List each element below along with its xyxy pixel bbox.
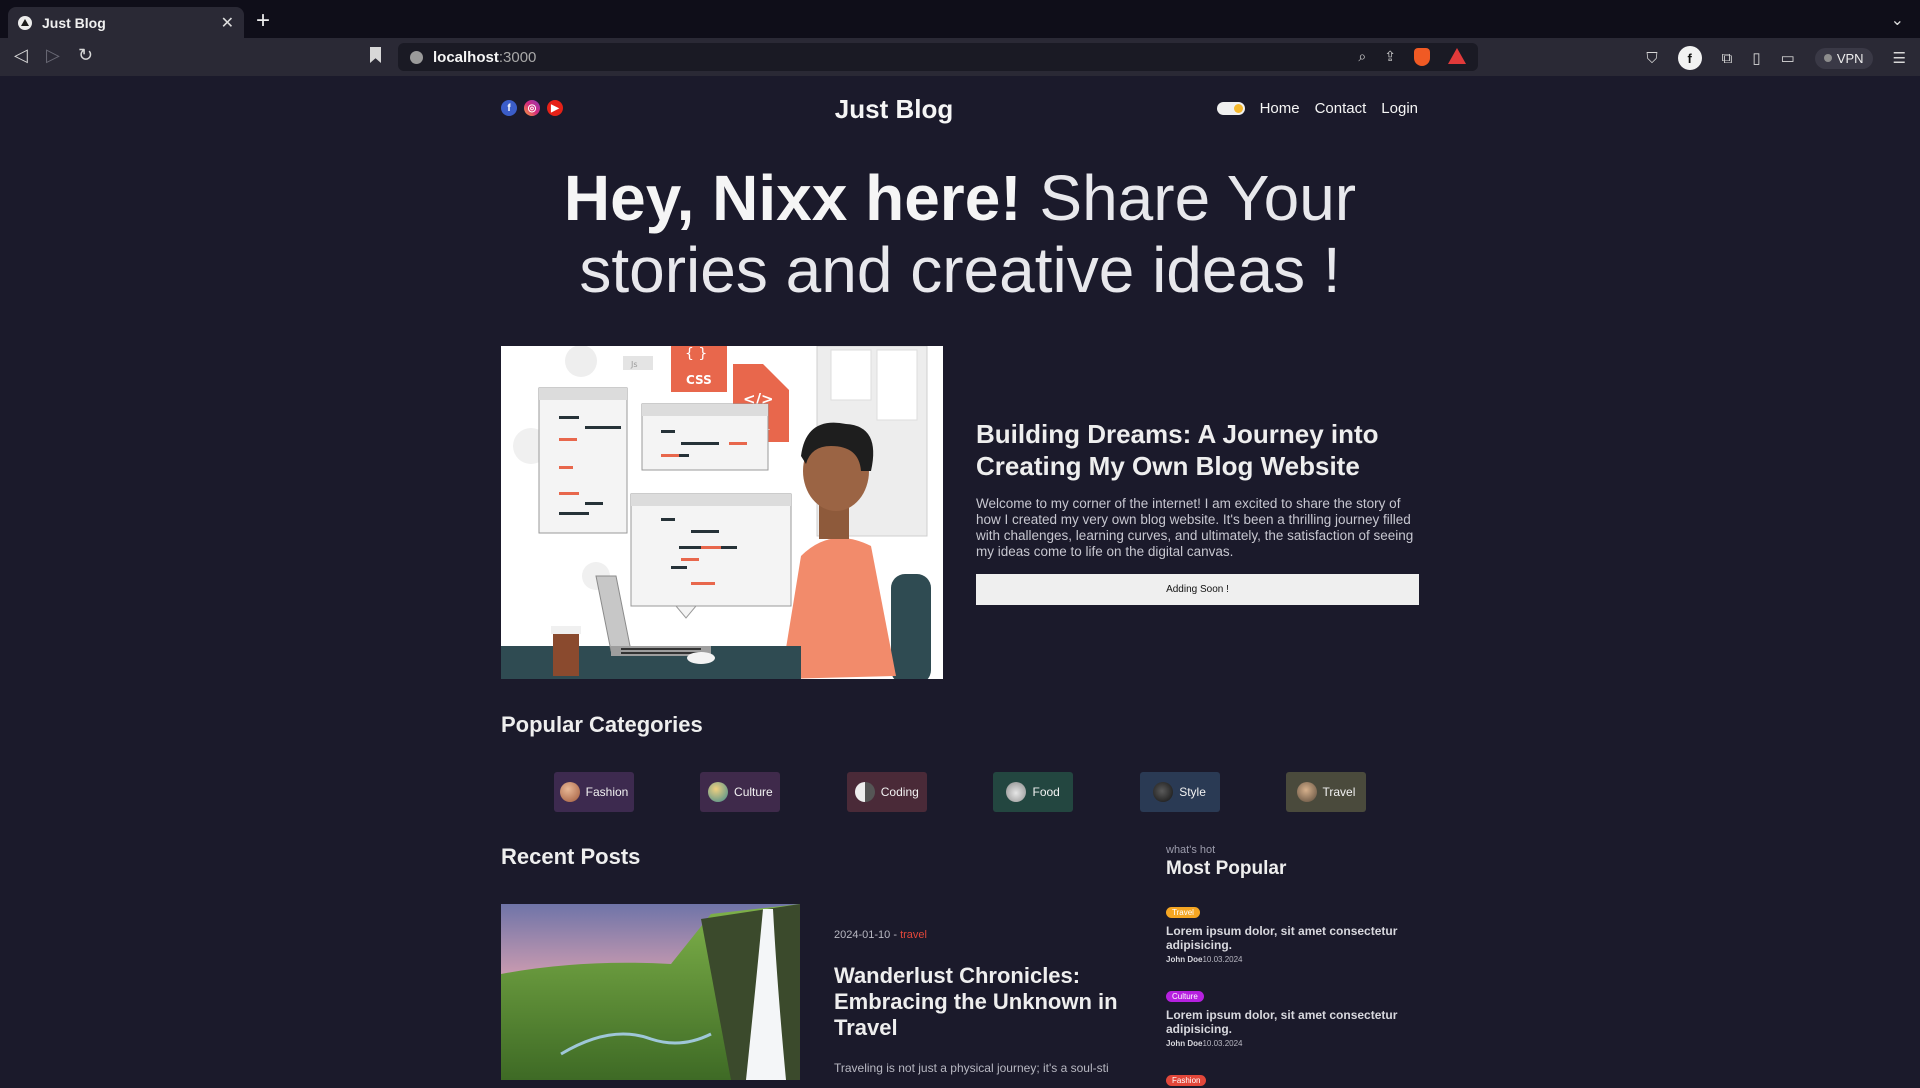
url-port: :3000 <box>498 48 537 66</box>
bookmark-icon[interactable] <box>370 47 381 63</box>
post-date: 2024-01-10 <box>834 929 891 941</box>
site-logo[interactable]: Just Blog <box>0 94 1788 125</box>
post-meta-separator: - <box>890 929 901 941</box>
reload-button[interactable]: ↻ <box>78 45 93 66</box>
most-popular-subtitle: what's hot <box>1166 844 1216 856</box>
popular-post-date: 10.03.2024 <box>1202 1039 1243 1048</box>
svg-text:{ }: { } <box>685 346 707 362</box>
post-image-waterfall[interactable] <box>501 904 800 1080</box>
fashion-thumbnail-icon <box>559 782 580 802</box>
category-style[interactable]: Style <box>1139 772 1220 812</box>
address-bar[interactable]: localhost:3000 ⌕ ⇪ <box>398 43 1478 71</box>
nav-home-link[interactable]: Home <box>1260 100 1300 117</box>
post-meta: 2024-01-10 - travel <box>834 929 927 941</box>
waterfall-photo-svg <box>501 904 800 1080</box>
brave-shields-icon[interactable] <box>1414 48 1430 66</box>
adding-soon-button[interactable]: Adding Soon ! <box>976 574 1419 605</box>
coding-thumbnail-icon <box>854 782 875 802</box>
culture-thumbnail-icon <box>708 782 729 802</box>
category-badge[interactable]: Culture <box>1166 991 1204 1002</box>
tab-title: Just Blog <box>42 14 106 31</box>
sidebar-toggle-icon[interactable]: ▯ <box>1752 49 1760 67</box>
post-title[interactable]: Wanderlust Chronicles: Embracing the Unk… <box>834 963 1134 1041</box>
popular-post-item[interactable]: Travel Lorem ipsum dolor, sit amet conse… <box>1166 902 1436 964</box>
extensions-puzzle-icon[interactable]: ⧉ <box>1722 50 1733 67</box>
most-popular-title: Most Popular <box>1166 858 1287 879</box>
popular-post-author: John Doe <box>1166 1039 1203 1048</box>
popular-post-date: 10.03.2024 <box>1202 955 1243 964</box>
new-tab-button[interactable]: + <box>256 8 270 34</box>
popular-post-item[interactable]: Fashion <box>1166 1070 1436 1088</box>
style-thumbnail-icon <box>1153 782 1174 802</box>
popular-post-title[interactable]: Lorem ipsum dolor, sit amet consectetur … <box>1166 924 1436 952</box>
category-travel[interactable]: Travel <box>1285 772 1366 812</box>
category-label: Fashion <box>585 785 629 799</box>
shield-extension-icon[interactable]: ⛉ <box>1646 50 1657 67</box>
profile-extension-icon[interactable]: f <box>1677 46 1702 70</box>
recent-posts-title: Recent Posts <box>501 844 641 869</box>
blog-page: f ◎ ▶ Just Blog Home Contact Login Hey, … <box>0 76 1920 1086</box>
food-thumbnail-icon <box>1006 782 1027 802</box>
vpn-button[interactable]: VPN <box>1814 47 1873 69</box>
travel-thumbnail-icon <box>1296 782 1317 802</box>
post-category-link[interactable]: travel <box>900 929 927 941</box>
category-label: Culture <box>734 785 773 799</box>
category-label: Coding <box>880 785 919 799</box>
category-badge[interactable]: Fashion <box>1166 1075 1207 1086</box>
close-tab-icon[interactable]: ✕ <box>221 13 234 33</box>
share-icon[interactable]: ⇪ <box>1384 48 1396 66</box>
url-host: localhost <box>433 48 499 66</box>
category-coding[interactable]: Coding <box>846 772 927 812</box>
hero-greeting: Hey, Nixx here! <box>563 162 1022 234</box>
vpn-label: VPN <box>1836 50 1864 66</box>
menu-icon[interactable]: ☰ <box>1893 49 1906 67</box>
category-badge[interactable]: Travel <box>1166 907 1200 918</box>
category-label: Food <box>1032 785 1060 799</box>
hero-heading: Hey, Nixx here! Share Your stories and c… <box>500 162 1420 306</box>
featured-post-text: Welcome to my corner of the internet! I … <box>976 496 1414 559</box>
top-navigation: Home Contact Login <box>1216 100 1418 117</box>
zoom-icon[interactable]: ⌕ <box>1358 48 1366 66</box>
popular-post-title[interactable]: Lorem ipsum dolor, sit amet consectetur … <box>1166 1008 1436 1036</box>
featured-illustration: Js { } CSS </> L <box>501 346 943 679</box>
back-button[interactable]: ◁ <box>14 45 28 66</box>
popular-post-item[interactable]: Culture Lorem ipsum dolor, sit amet cons… <box>1166 986 1436 1048</box>
category-label: Style <box>1179 785 1206 799</box>
theme-toggle[interactable] <box>1216 102 1245 115</box>
site-info-icon[interactable] <box>410 50 423 64</box>
vpn-status-icon <box>1823 54 1832 62</box>
tab-list-chevron-icon[interactable]: ⌄ <box>1891 10 1904 30</box>
nav-login-link[interactable]: Login <box>1381 100 1418 117</box>
nav-contact-link[interactable]: Contact <box>1315 100 1367 117</box>
forward-button[interactable]: ▷ <box>46 45 60 66</box>
site-favicon-icon <box>18 15 32 30</box>
popular-post-meta: John Doe10.03.2024 <box>1166 955 1436 964</box>
category-fashion[interactable]: Fashion <box>554 772 634 812</box>
post-excerpt: Traveling is not just a physical journey… <box>834 1061 1109 1075</box>
css-file-label: CSS <box>686 373 712 387</box>
brave-rewards-icon[interactable] <box>1448 48 1466 64</box>
browser-toolbar: ◁ ▷ ↻ localhost:3000 ⌕ ⇪ ⛉ f ⧉ ▯ ▭ VPN ☰ <box>0 38 1920 76</box>
browser-tab-bar: Just Blog ✕ + ⌄ <box>0 0 1920 38</box>
developer-illustration-svg: Js { } CSS </> L <box>501 346 943 679</box>
category-food[interactable]: Food <box>993 772 1074 812</box>
category-list: Fashion Culture Coding Food Style Travel <box>554 772 1366 812</box>
popular-post-meta: John Doe10.03.2024 <box>1166 1039 1436 1048</box>
category-culture[interactable]: Culture <box>700 772 781 812</box>
wallet-icon[interactable]: ▭ <box>1781 49 1795 67</box>
popular-categories-title: Popular Categories <box>501 712 703 737</box>
popular-post-author: John Doe <box>1166 955 1203 964</box>
js-file-label: Js <box>630 360 638 369</box>
featured-post-title[interactable]: Building Dreams: A Journey into Creating… <box>976 418 1416 482</box>
category-label: Travel <box>1322 785 1356 799</box>
browser-tab[interactable]: Just Blog ✕ <box>8 7 244 38</box>
